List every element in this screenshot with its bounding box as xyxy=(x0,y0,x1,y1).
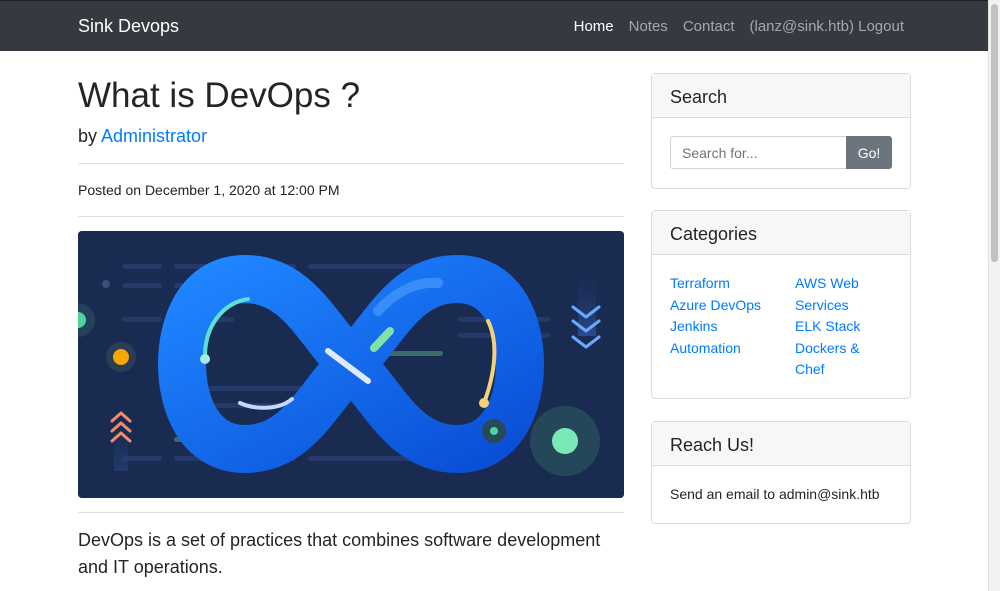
post-lead: DevOps is a set of practices that combin… xyxy=(78,530,601,577)
reach-us-text: Send an email to admin@sink.htb xyxy=(670,486,880,502)
search-go-button[interactable]: Go! xyxy=(846,136,892,169)
categories-left-column: Terraform Azure DevOps Jenkins Automatio… xyxy=(670,273,795,381)
category-link-aws[interactable]: AWS Web Services xyxy=(795,275,859,313)
list-item: Terraform xyxy=(670,273,795,295)
post-byline: by Administrator xyxy=(78,125,624,147)
category-link-jenkins[interactable]: Jenkins xyxy=(670,318,717,334)
list-item: AWS Web Services xyxy=(795,273,875,316)
list-item: Dockers & Chef xyxy=(795,338,875,381)
categories-card-title: Categories xyxy=(652,211,910,255)
search-card-title: Search xyxy=(652,74,910,118)
post-date: Posted on December 1, 2020 at 12:00 PM xyxy=(78,182,340,198)
nav-links: Home Notes Contact (lanz@sink.htb) Logou… xyxy=(574,18,904,35)
search-input[interactable] xyxy=(670,136,846,169)
list-item: Jenkins xyxy=(670,316,795,338)
divider xyxy=(78,163,624,164)
search-group: Go! xyxy=(670,136,892,169)
search-card-body: Go! xyxy=(652,118,910,187)
nav-logout[interactable]: (lanz@sink.htb) Logout xyxy=(750,18,904,35)
page-scrollbar[interactable] xyxy=(988,0,1000,591)
nav-home[interactable]: Home xyxy=(574,18,614,35)
devops-infinity-banner xyxy=(78,231,624,498)
category-link-automation[interactable]: Automation xyxy=(670,340,741,356)
divider xyxy=(78,216,624,217)
list-item: ELK Stack xyxy=(795,316,875,338)
author-link[interactable]: Administrator xyxy=(101,126,207,146)
category-link-dockers-chef[interactable]: Dockers & Chef xyxy=(795,340,860,378)
scrollbar-thumb[interactable] xyxy=(991,4,998,262)
divider xyxy=(78,512,624,513)
category-link-terraform[interactable]: Terraform xyxy=(670,275,730,291)
categories-card: Categories Terraform Azure DevOps Jenkin… xyxy=(651,210,911,399)
search-card: Search Go! xyxy=(651,73,911,189)
nav-notes[interactable]: Notes xyxy=(629,18,668,35)
list-item: Automation xyxy=(670,338,795,360)
post-title: What is DevOps ? xyxy=(78,76,361,115)
brand-link[interactable]: Sink Devops xyxy=(78,16,179,37)
list-item: Azure DevOps xyxy=(670,295,795,317)
category-link-azure-devops[interactable]: Azure DevOps xyxy=(670,297,761,313)
navbar: Sink Devops Home Notes Contact (lanz@sin… xyxy=(0,0,988,51)
nav-contact[interactable]: Contact xyxy=(683,18,735,35)
categories-right-column: AWS Web Services ELK Stack Dockers & Che… xyxy=(795,273,875,381)
category-link-elk[interactable]: ELK Stack xyxy=(795,318,860,334)
byline-prefix: by xyxy=(78,126,98,146)
categories-list: Terraform Azure DevOps Jenkins Automatio… xyxy=(652,255,910,381)
reach-us-card: Reach Us! Send an email to admin@sink.ht… xyxy=(651,421,911,524)
post-column: What is DevOps ? by Administrator Posted… xyxy=(78,51,624,581)
reach-us-title: Reach Us! xyxy=(652,422,910,466)
